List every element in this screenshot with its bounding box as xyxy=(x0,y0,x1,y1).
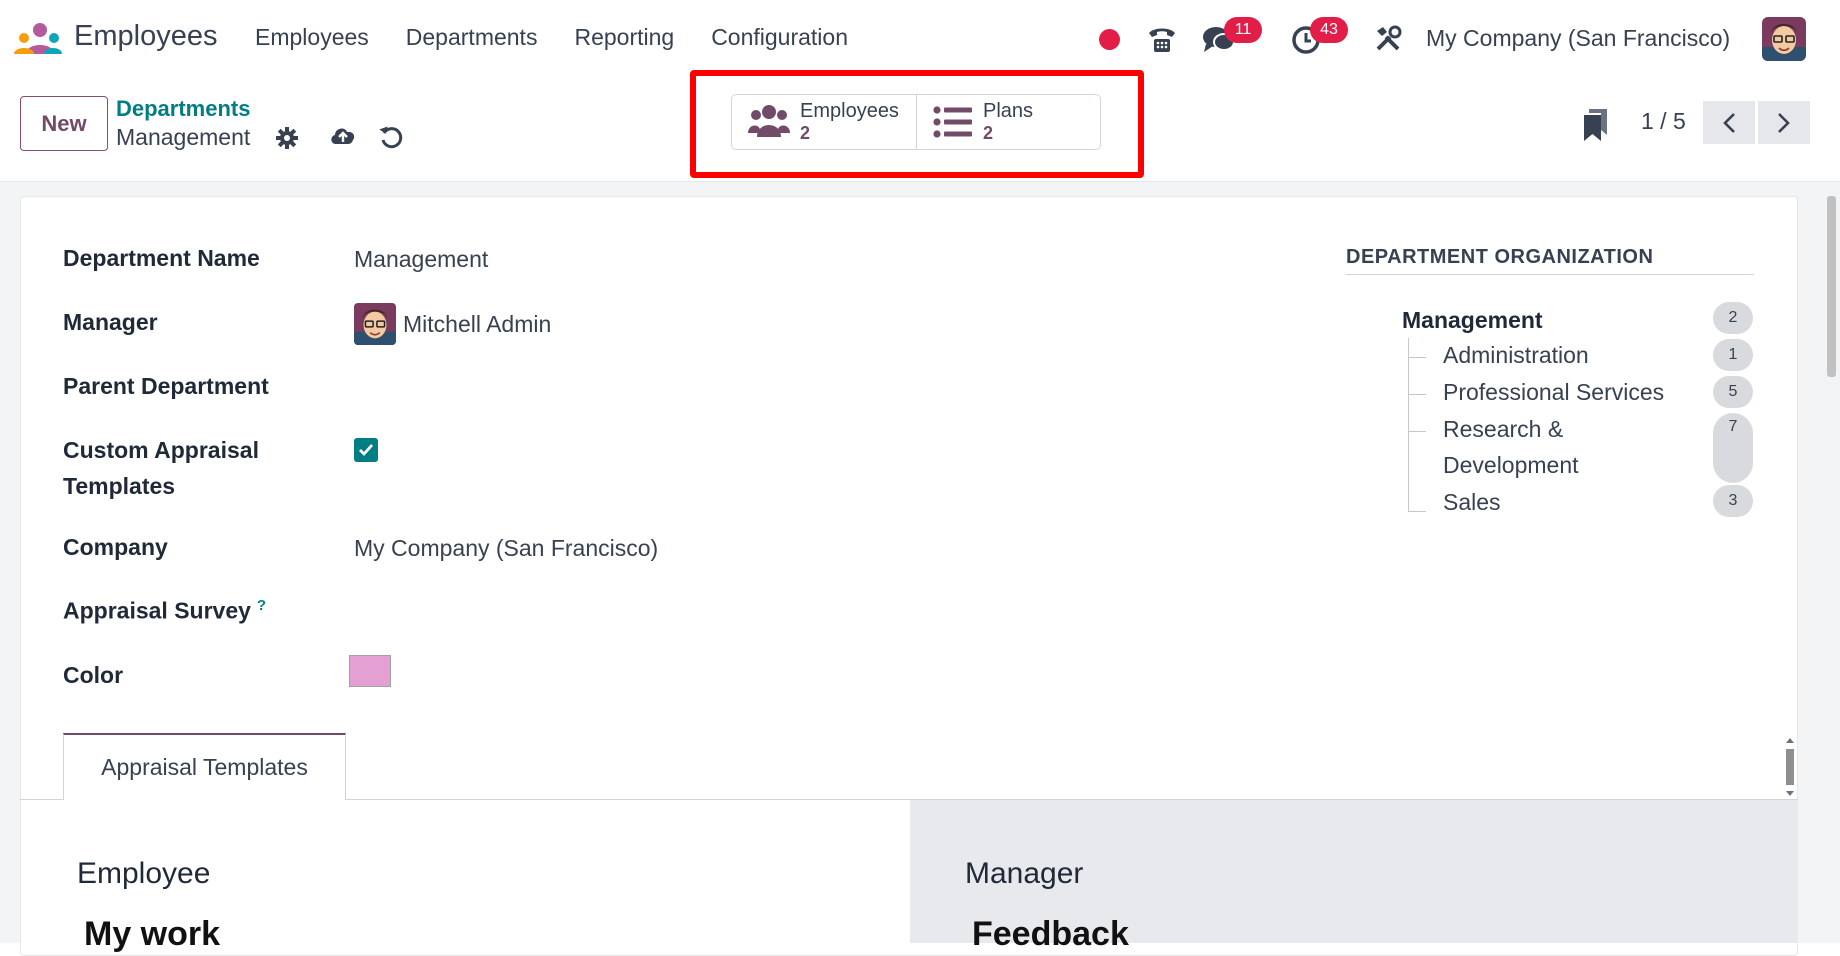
label-company: Company xyxy=(63,534,168,560)
label-parent-department: Parent Department xyxy=(63,373,269,399)
red-highlight-box xyxy=(690,70,1144,178)
help-tooltip-icon[interactable]: ? xyxy=(257,597,266,614)
checkmark-icon xyxy=(359,444,374,457)
gear-icon[interactable] xyxy=(275,126,299,150)
chevron-right-icon xyxy=(1778,112,1790,133)
save-cloud-icon[interactable] xyxy=(329,124,357,148)
org-tree-line xyxy=(1408,338,1409,512)
label-color: Color xyxy=(63,662,124,688)
inner-scrollbar[interactable] xyxy=(1784,735,1796,799)
department-name-field[interactable]: Management xyxy=(354,246,488,273)
label-manager: Manager xyxy=(63,309,158,335)
org-root-management[interactable]: Management xyxy=(1402,307,1543,334)
org-child-administration[interactable]: Administration xyxy=(1443,342,1589,369)
org-tree-branch xyxy=(1408,511,1426,512)
phone-icon[interactable] xyxy=(1146,23,1178,55)
org-tree-branch xyxy=(1408,394,1426,395)
org-divider xyxy=(1346,274,1754,275)
main-menu: Employees Departments Reporting Configur… xyxy=(255,24,885,51)
menu-employees[interactable]: Employees xyxy=(255,24,369,51)
avatar-image xyxy=(1762,17,1806,61)
label-custom-appraisal-line1: Custom Appraisal xyxy=(63,437,259,463)
manager-name: Mitchell Admin xyxy=(403,310,552,337)
label-appraisal-survey: Appraisal Survey? xyxy=(63,597,266,625)
bookmark-icon[interactable] xyxy=(1583,109,1609,141)
company-switcher[interactable]: My Company (San Francisco) xyxy=(1426,25,1730,52)
org-tree-branch xyxy=(1408,357,1426,358)
employee-template-heading: Employee xyxy=(77,857,211,890)
org-child-sales[interactable]: Sales xyxy=(1443,489,1501,516)
parent-department-field[interactable] xyxy=(354,370,854,404)
breadcrumb-departments[interactable]: Departments xyxy=(116,96,250,122)
menu-reporting[interactable]: Reporting xyxy=(574,24,674,51)
employee-template-subheading[interactable]: My work xyxy=(84,915,220,954)
top-navbar: Employees Employees Departments Reportin… xyxy=(0,0,1840,80)
org-count-badge: 2 xyxy=(1713,302,1753,334)
org-tree-branch xyxy=(1408,431,1426,432)
debug-tools-icon[interactable] xyxy=(1374,25,1402,53)
messages-badge: 11 xyxy=(1224,17,1262,43)
user-avatar[interactable] xyxy=(1762,17,1806,61)
org-child-professional-services[interactable]: Professional Services xyxy=(1443,379,1664,406)
recording-indicator[interactable] xyxy=(1099,29,1120,50)
manager-avatar xyxy=(354,303,396,345)
activities-badge: 43 xyxy=(1310,17,1348,43)
manager-field[interactable]: Mitchell Admin xyxy=(354,303,551,345)
org-count-badge: 5 xyxy=(1713,376,1753,408)
org-section-title: DEPARTMENT ORGANIZATION xyxy=(1346,246,1654,268)
menu-departments[interactable]: Departments xyxy=(406,24,538,51)
org-count-badge: 1 xyxy=(1713,339,1753,371)
pager-value[interactable]: 1 / 5 xyxy=(1641,108,1686,135)
menu-configuration[interactable]: Configuration xyxy=(711,24,848,51)
org-count-badge: 3 xyxy=(1713,485,1753,517)
appraisal-survey-field[interactable] xyxy=(354,594,854,628)
appraisal-survey-text: Appraisal Survey xyxy=(63,597,251,624)
org-child-rnd-line2[interactable]: Development xyxy=(1443,452,1579,479)
discard-undo-icon[interactable] xyxy=(378,124,404,150)
employees-app-icon[interactable] xyxy=(14,22,62,56)
app-title[interactable]: Employees xyxy=(74,20,217,53)
org-child-rnd-line1[interactable]: Research & xyxy=(1443,416,1563,443)
breadcrumb-current: Management xyxy=(116,124,251,150)
color-picker-swatch[interactable] xyxy=(349,655,391,687)
pager-next-button[interactable] xyxy=(1758,101,1810,144)
custom-appraisal-checkbox[interactable] xyxy=(354,438,378,462)
new-button[interactable]: New xyxy=(20,96,108,151)
manager-template-heading: Manager xyxy=(965,857,1084,890)
label-department-name: Department Name xyxy=(63,245,260,271)
org-count-badge: 7 xyxy=(1713,413,1753,483)
page-scrollbar-thumb[interactable] xyxy=(1827,196,1836,377)
label-custom-appraisal-line2: Templates xyxy=(63,473,176,499)
pager-previous-button[interactable] xyxy=(1703,101,1755,144)
chevron-left-icon xyxy=(1723,112,1735,133)
manager-template-subheading[interactable]: Feedback xyxy=(972,915,1129,954)
tab-appraisal-templates[interactable]: Appraisal Templates xyxy=(63,733,346,800)
company-field[interactable]: My Company (San Francisco) xyxy=(354,535,658,562)
